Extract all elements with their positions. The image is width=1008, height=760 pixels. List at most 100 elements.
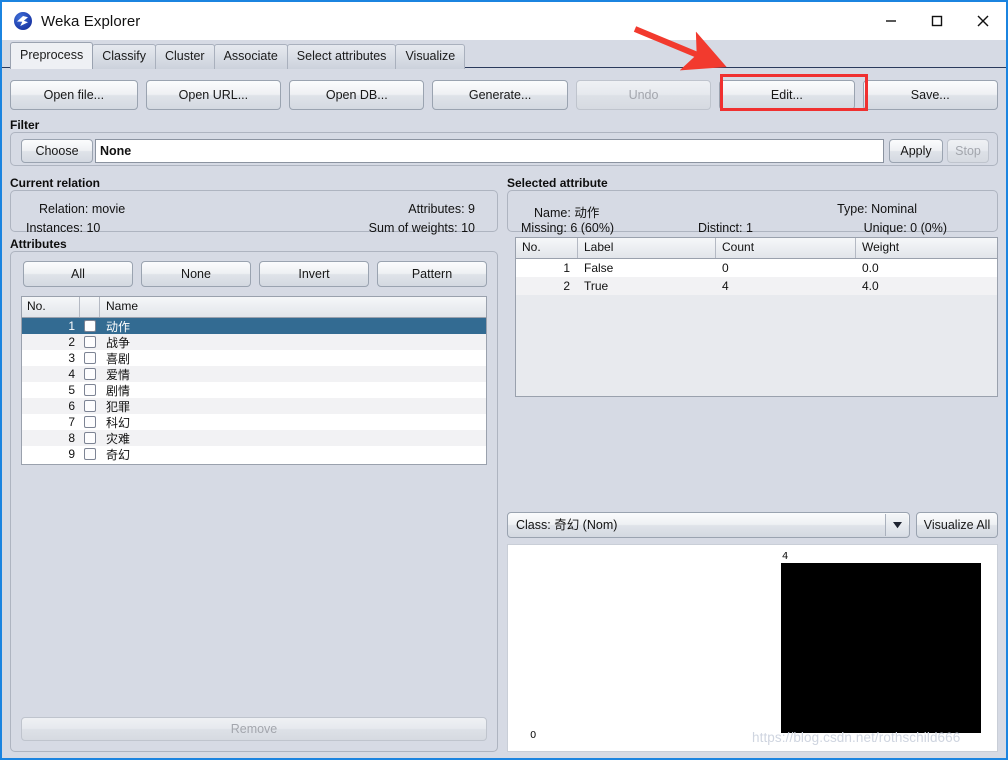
attribute-row-checkbox[interactable] xyxy=(80,320,100,332)
checkbox-icon[interactable] xyxy=(84,416,96,428)
attribute-row-checkbox[interactable] xyxy=(80,432,100,444)
chevron-down-icon[interactable] xyxy=(885,514,908,536)
attribute-row-name: 剧情 xyxy=(106,383,131,398)
attribute-row[interactable]: 4 爱情 xyxy=(22,366,486,382)
tab-cluster[interactable]: Cluster xyxy=(155,44,215,69)
weka-explorer-window: Weka Explorer Preprocess Classify Cluste… xyxy=(0,0,1008,760)
attribute-row-name: 战争 xyxy=(106,335,131,350)
attribute-selection-buttons: All None Invert Pattern xyxy=(23,261,487,287)
attribute-type-value: Nominal xyxy=(871,202,917,216)
attribute-row-index: 6 xyxy=(68,399,75,413)
close-button[interactable] xyxy=(960,2,1006,40)
attribute-row-index: 2 xyxy=(68,335,75,349)
label-row[interactable]: 2 True 4 4.0 xyxy=(516,277,997,295)
label-row[interactable]: 1 False 0 0.0 xyxy=(516,259,997,277)
sum-weights-label: Sum of weights: xyxy=(368,221,458,235)
pattern-button[interactable]: Pattern xyxy=(377,261,487,287)
invert-selection-button[interactable]: Invert xyxy=(259,261,369,287)
label-row-count: 4 xyxy=(722,279,729,293)
tab-select-attributes[interactable]: Select attributes xyxy=(286,44,397,69)
open-url-button[interactable]: Open URL... xyxy=(145,80,282,110)
checkbox-icon[interactable] xyxy=(84,448,96,460)
attribute-row-name: 喜剧 xyxy=(106,351,131,366)
remove-attribute-button: Remove xyxy=(21,717,487,741)
label-row-weight: 4.0 xyxy=(862,279,879,293)
choose-filter-button[interactable]: Choose xyxy=(21,139,93,163)
save-button[interactable]: Save... xyxy=(862,80,998,110)
tab-strip: Preprocess Classify Cluster Associate Se… xyxy=(2,40,1006,69)
attribute-row[interactable]: 8 灾难 xyxy=(22,430,486,446)
status-group: Status OK Log x 0 xyxy=(10,756,998,758)
attribute-row-checkbox[interactable] xyxy=(80,448,100,460)
select-none-button[interactable]: None xyxy=(141,261,251,287)
label-row-index: 1 xyxy=(563,261,570,275)
attribute-row-checkbox[interactable] xyxy=(80,368,100,380)
attribute-row-index: 4 xyxy=(68,367,75,381)
tab-classify[interactable]: Classify xyxy=(92,44,156,69)
attribute-row-index: 5 xyxy=(68,383,75,397)
attribute-row-checkbox[interactable] xyxy=(80,336,100,348)
open-db-button[interactable]: Open DB... xyxy=(289,80,425,110)
generate-button[interactable]: Generate... xyxy=(432,80,568,110)
labels-col-weight: Weight xyxy=(862,240,900,254)
attributes-group-title: Attributes xyxy=(10,237,67,251)
filter-value-field[interactable]: None xyxy=(95,139,884,163)
attribute-row-checkbox[interactable] xyxy=(80,384,100,396)
attribute-type-row: Type: Nominal xyxy=(837,202,917,216)
label-row-label: True xyxy=(584,279,609,293)
checkbox-icon[interactable] xyxy=(84,320,96,332)
filter-group: Filter Choose None Apply Stop xyxy=(10,118,998,166)
weka-logo-icon xyxy=(14,12,32,30)
tab-preprocess[interactable]: Preprocess xyxy=(10,42,94,69)
attribute-row[interactable]: 3 喜剧 xyxy=(22,350,486,366)
attribute-row-name: 科幻 xyxy=(106,415,131,430)
open-file-button[interactable]: Open file... xyxy=(10,80,138,110)
attribute-row[interactable]: 1 动作 xyxy=(22,318,486,334)
tab-visualize[interactable]: Visualize xyxy=(395,44,466,69)
attributes-table[interactable]: No. Name 1 动作 2 战争 3 喜剧 4 爱情 5 剧情 6 犯罪 7 科幻 8 灾难 9 奇幻 xyxy=(21,296,487,465)
instances-row: Instances: 10 xyxy=(26,221,100,235)
attribute-row-index: 8 xyxy=(68,431,75,445)
checkbox-icon[interactable] xyxy=(84,368,96,380)
attribute-row[interactable]: 6 犯罪 xyxy=(22,398,486,414)
select-all-button[interactable]: All xyxy=(23,261,133,287)
tab-associate[interactable]: Associate xyxy=(213,44,288,69)
attribute-row-checkbox[interactable] xyxy=(80,352,100,364)
visualize-all-button[interactable]: Visualize All xyxy=(916,512,998,538)
apply-filter-button[interactable]: Apply xyxy=(889,139,943,163)
attribute-row-checkbox[interactable] xyxy=(80,416,100,428)
attributes-count-label: Attributes: xyxy=(408,202,465,216)
attribute-row-index: 7 xyxy=(68,415,75,429)
histogram-tick-min: 0 xyxy=(530,730,537,741)
labels-col-no: No. xyxy=(516,238,578,258)
attribute-distinct-value: 1 xyxy=(745,221,753,235)
attribute-row[interactable]: 7 科幻 xyxy=(22,414,486,430)
attribute-row-checkbox[interactable] xyxy=(80,400,100,412)
checkbox-icon[interactable] xyxy=(84,384,96,396)
maximize-button[interactable] xyxy=(914,2,960,40)
checkbox-icon[interactable] xyxy=(84,400,96,412)
minimize-button[interactable] xyxy=(868,2,914,40)
attributes-count-row: Attributes: 9 xyxy=(408,202,475,216)
class-selector-value: Class: 奇幻 (Nom) xyxy=(516,518,618,532)
attribute-unique-row: Unique: 0 (0%) xyxy=(864,221,947,235)
attribute-row[interactable]: 5 剧情 xyxy=(22,382,486,398)
checkbox-icon[interactable] xyxy=(84,432,96,444)
attribute-row[interactable]: 9 奇幻 xyxy=(22,446,486,462)
edit-button[interactable]: Edit... xyxy=(719,80,855,110)
checkbox-icon[interactable] xyxy=(84,336,96,348)
checkbox-icon[interactable] xyxy=(84,352,96,364)
attribute-labels-table[interactable]: No. Label Count Weight 1 False 0 0.0 2 True 4 4… xyxy=(515,237,998,397)
labels-table-header: No. Label Count Weight xyxy=(516,238,997,259)
attribute-histogram[interactable]: 4 0 xyxy=(507,544,998,752)
undo-button: Undo xyxy=(575,80,712,110)
window-controls xyxy=(868,2,1006,40)
selected-attribute-group: Selected attribute Name: 动作 Missing: 6 (… xyxy=(507,176,998,235)
title-bar: Weka Explorer xyxy=(2,2,1006,40)
attributes-group: Attributes All None Invert Pattern No. N… xyxy=(10,237,498,752)
data-source-toolbar: Open file... Open URL... Open DB... Gene… xyxy=(10,80,998,110)
attribute-name-value: 动作 xyxy=(574,206,600,220)
class-selector-combo[interactable]: Class: 奇幻 (Nom) xyxy=(507,512,910,538)
attribute-row[interactable]: 2 战争 xyxy=(22,334,486,350)
attribute-missing-label: Missing: xyxy=(521,221,567,235)
